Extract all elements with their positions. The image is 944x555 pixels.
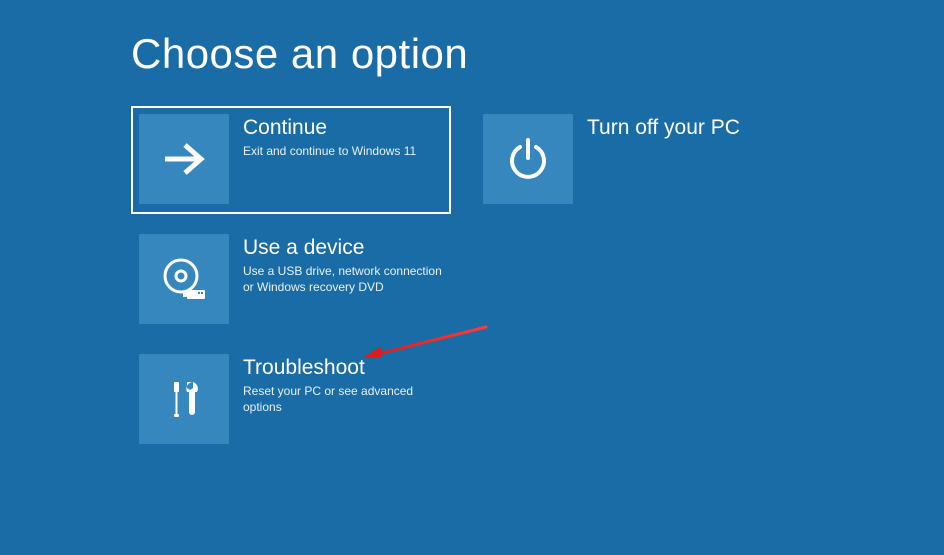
option-desc: Reset your PC or see advanced options — [243, 383, 443, 415]
option-title: Continue — [243, 116, 443, 140]
options-grid: Continue Exit and continue to Windows 11 — [131, 106, 911, 454]
option-continue[interactable]: Continue Exit and continue to Windows 11 — [131, 106, 451, 214]
disc-usb-icon — [157, 252, 211, 306]
option-desc: Use a USB drive, network connection or W… — [243, 263, 443, 295]
option-text: Continue Exit and continue to Windows 11 — [229, 114, 443, 206]
option-desc: Exit and continue to Windows 11 — [243, 143, 443, 159]
option-use-device[interactable]: Use a device Use a USB drive, network co… — [131, 226, 451, 334]
option-text: Turn off your PC — [573, 114, 787, 206]
winre-container: Choose an option Cont — [131, 30, 911, 454]
option-title: Use a device — [243, 236, 443, 260]
options-row: Use a device Use a USB drive, network co… — [131, 226, 911, 334]
options-row: Continue Exit and continue to Windows 11 — [131, 106, 911, 214]
option-text: Troubleshoot Reset your PC or see advanc… — [229, 354, 443, 446]
tools-icon — [159, 374, 209, 424]
page-title: Choose an option — [131, 30, 911, 78]
arrow-right-icon — [159, 134, 209, 184]
continue-tile — [139, 114, 229, 204]
power-icon — [503, 134, 553, 184]
option-title: Troubleshoot — [243, 356, 443, 380]
option-troubleshoot[interactable]: Troubleshoot Reset your PC or see advanc… — [131, 346, 451, 454]
troubleshoot-tile — [139, 354, 229, 444]
option-text: Use a device Use a USB drive, network co… — [229, 234, 443, 326]
options-row: Troubleshoot Reset your PC or see advanc… — [131, 346, 911, 454]
use-device-tile — [139, 234, 229, 324]
option-turn-off[interactable]: Turn off your PC — [475, 106, 795, 214]
turn-off-tile — [483, 114, 573, 204]
option-title: Turn off your PC — [587, 116, 787, 140]
